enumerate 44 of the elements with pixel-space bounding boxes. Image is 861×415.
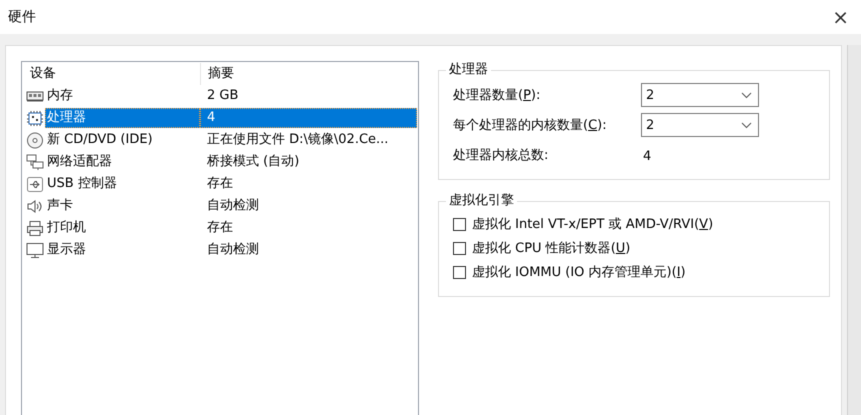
dropdown[interactable]: 2 <box>641 113 759 137</box>
checkbox-label[interactable]: 虚拟化 IOMMU (IO 内存管理单元)(I) <box>472 263 686 281</box>
checkbox[interactable] <box>453 266 466 278</box>
field-label: 每个处理器的内核数量(C): <box>453 117 608 134</box>
scrollbar[interactable] <box>847 45 861 415</box>
device-name[interactable]: 网络适配器 <box>45 152 200 172</box>
device-name[interactable]: 内存 <box>45 86 200 106</box>
device-name[interactable]: 新 CD/DVD (IDE) <box>45 130 200 150</box>
column-header[interactable]: 摘要 <box>200 63 417 85</box>
device-name[interactable]: USB 控制器 <box>45 174 200 194</box>
device-name[interactable]: 显示器 <box>45 240 200 260</box>
network-icon <box>26 154 44 170</box>
checkbox[interactable] <box>453 242 466 254</box>
device-name[interactable]: 处理器 <box>45 108 200 128</box>
group-title: 虚拟化引擎 <box>446 193 517 209</box>
device-summary[interactable]: 自动检测 <box>200 196 417 216</box>
checkbox-label[interactable]: 虚拟化 CPU 性能计数器(U) <box>472 239 630 257</box>
printer-icon <box>26 220 44 236</box>
checkbox[interactable] <box>453 218 466 230</box>
group-title: 处理器 <box>446 62 491 78</box>
disc-icon <box>26 132 44 148</box>
device-name[interactable]: 打印机 <box>45 218 200 238</box>
chip-icon <box>26 110 44 126</box>
field-label: 处理器数量(P): <box>453 87 542 104</box>
window-title: 硬件 <box>8 8 36 26</box>
dropdown[interactable]: 2 <box>641 83 759 107</box>
close-button[interactable]: × <box>828 7 853 27</box>
device-summary[interactable]: 桥接模式 (自动) <box>200 152 417 172</box>
speaker-icon <box>26 198 44 214</box>
device-summary[interactable]: 正在使用文件 D:\镜像\02.Ce... <box>200 130 417 150</box>
caret-icon <box>741 92 752 98</box>
device-summary[interactable]: 4 <box>200 108 417 128</box>
device-summary[interactable]: 自动检测 <box>200 240 417 260</box>
caret-icon <box>741 122 752 128</box>
checkbox-label[interactable]: 虚拟化 Intel VT-x/EPT 或 AMD-V/RVI(V) <box>472 215 714 233</box>
device-summary[interactable]: 存在 <box>200 174 417 194</box>
total-cores-value: 4 <box>642 148 652 164</box>
column-header[interactable]: 设备 <box>23 63 200 85</box>
device-name[interactable]: 声卡 <box>45 196 200 216</box>
device-summary[interactable]: 存在 <box>200 218 417 238</box>
usb-icon <box>26 176 44 192</box>
device-summary[interactable]: 2 GB <box>200 86 417 106</box>
monitor-icon <box>26 242 44 258</box>
field-label: 处理器内核总数: <box>453 147 550 165</box>
